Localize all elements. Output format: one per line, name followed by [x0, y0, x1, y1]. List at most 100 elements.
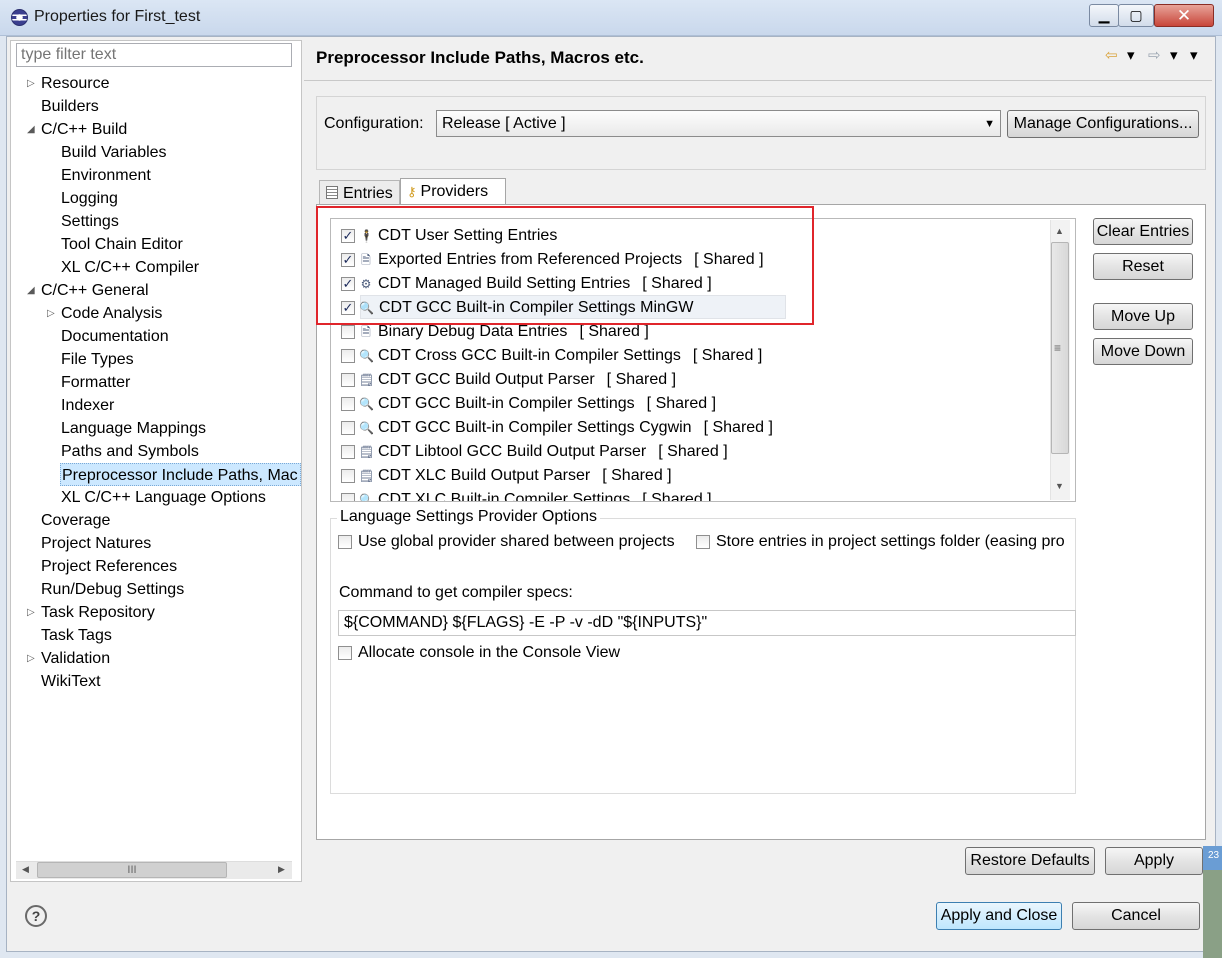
view-menu-icon[interactable]: ▾	[1190, 46, 1198, 64]
tree-item[interactable]: C/C++ General	[41, 279, 149, 302]
tree-item[interactable]: XL C/C++ Compiler	[61, 256, 199, 279]
tree-item[interactable]: Project References	[41, 555, 177, 578]
unchecked-checkbox[interactable]	[341, 397, 355, 411]
tree-item[interactable]: Task Tags	[41, 624, 112, 647]
configuration-select[interactable]: Release [ Active ] ▼	[436, 110, 1001, 137]
tree-item[interactable]: Paths and Symbols	[61, 440, 199, 463]
help-icon[interactable]: ?	[25, 905, 47, 927]
store-entries-checkbox[interactable]: Store entries in project settings folder…	[696, 531, 1076, 553]
back-dropdown-icon[interactable]: ▾	[1127, 46, 1135, 64]
tree-item[interactable]: Language Mappings	[61, 417, 206, 440]
move-up-button[interactable]: Move Up	[1093, 303, 1193, 330]
tree-item[interactable]: WikiText	[41, 670, 101, 693]
unchecked-checkbox[interactable]	[341, 445, 355, 459]
tree-item-label: Code Analysis	[61, 305, 163, 322]
parser-icon: 🗒	[359, 469, 375, 483]
checkbox-box[interactable]	[338, 646, 352, 660]
scroll-left-icon[interactable]: ◀	[22, 864, 29, 875]
expanded-twisty-icon[interactable]: ◢	[27, 286, 37, 296]
tab-providers[interactable]: ⚷ Providers	[400, 178, 506, 206]
tree-item[interactable]: Resource	[41, 72, 109, 95]
compiler-specs-command-label: Command to get compiler specs:	[339, 584, 573, 601]
move-down-button[interactable]: Move Down	[1093, 338, 1193, 365]
tree-item-label: File Types	[61, 351, 134, 368]
forward-dropdown-icon[interactable]: ▾	[1170, 46, 1178, 64]
filter-input[interactable]	[16, 43, 292, 67]
background-window-number: 23	[1208, 850, 1220, 861]
back-arrow-icon[interactable]: ⇦	[1105, 46, 1118, 64]
provider-shared-tag: [ Shared ]	[692, 347, 763, 364]
manage-configurations-button[interactable]: Manage Configurations...	[1007, 110, 1199, 138]
tree-item-label: Preprocessor Include Paths, Mac	[62, 467, 298, 484]
tree-item[interactable]: Coverage	[41, 509, 110, 532]
collapsed-twisty-icon[interactable]: ▷	[27, 608, 37, 618]
unchecked-checkbox[interactable]	[341, 349, 355, 363]
tree-item-label: Task Repository	[41, 604, 155, 621]
tree-item[interactable]: Code Analysis	[61, 302, 162, 325]
scrollbar-thumb[interactable]: III	[37, 862, 227, 878]
provider-label: CDT Cross GCC Built-in Compiler Settings…	[378, 344, 762, 368]
tree-item-label: C/C++ General	[41, 282, 149, 299]
compiler-specs-command-input[interactable]: ${COMMAND} ${FLAGS} -E -P -v -dD "${INPU…	[338, 610, 1076, 636]
unchecked-checkbox[interactable]	[341, 325, 355, 339]
tree-item[interactable]: XL C/C++ Language Options	[61, 486, 266, 509]
tree-item-label: Builders	[41, 98, 99, 115]
tree-item[interactable]: Task Repository	[41, 601, 155, 624]
scroll-right-icon[interactable]: ▶	[278, 864, 285, 875]
clear-entries-button[interactable]: Clear Entries	[1093, 218, 1193, 245]
tree-item[interactable]: Settings	[61, 210, 119, 233]
collapsed-twisty-icon[interactable]: ▷	[27, 654, 37, 664]
compiler-icon: 🔍	[359, 349, 374, 363]
store-entries-label: Store entries in project settings folder…	[716, 533, 1065, 550]
tree-item[interactable]: C/C++ Build	[41, 118, 127, 141]
apply-and-close-button[interactable]: Apply and Close	[936, 902, 1062, 930]
unchecked-checkbox[interactable]	[341, 493, 355, 501]
tree-item[interactable]: Validation	[41, 647, 110, 670]
tree-item[interactable]: Environment	[61, 164, 151, 187]
tree-item[interactable]: Logging	[61, 187, 118, 210]
configuration-label: Configuration:	[324, 115, 424, 132]
minimize-button[interactable]: ▁	[1089, 4, 1119, 27]
forward-arrow-icon[interactable]: ⇨	[1148, 46, 1161, 64]
provider-shared-tag: [ Shared ]	[703, 419, 773, 436]
tree-item[interactable]: Project Natures	[41, 532, 151, 555]
scroll-up-icon[interactable]: ▲	[1055, 226, 1064, 236]
provider-name: Binary Debug Data Entries	[378, 323, 568, 340]
scroll-down-icon[interactable]: ▼	[1055, 481, 1064, 491]
tree-item[interactable]: Builders	[41, 95, 99, 118]
restore-defaults-button[interactable]: Restore Defaults	[965, 847, 1095, 875]
tree-item[interactable]: Tool Chain Editor	[61, 233, 183, 256]
provider-shared-tag: [ Shared ]	[642, 491, 712, 502]
tree-item[interactable]: Preprocessor Include Paths, Mac	[60, 463, 301, 486]
expanded-twisty-icon[interactable]: ◢	[27, 125, 37, 135]
tree-item[interactable]: Formatter	[61, 371, 130, 394]
provider-label: CDT GCC Built-in Compiler Settings Cygwi…	[378, 416, 773, 440]
unchecked-checkbox[interactable]	[341, 421, 355, 435]
tree-item[interactable]: Run/Debug Settings	[41, 578, 184, 601]
checkbox-box[interactable]	[338, 535, 352, 549]
maximize-button[interactable]: ▢	[1118, 4, 1154, 27]
document-icon: 🗎	[361, 325, 371, 339]
tree-item[interactable]: Indexer	[61, 394, 114, 417]
tree-item[interactable]: Documentation	[61, 325, 169, 348]
tree-item-label: XL C/C++ Language Options	[61, 489, 266, 506]
provider-label: CDT Libtool GCC Build Output Parser [ Sha…	[378, 440, 728, 464]
provider-label: CDT GCC Built-in Compiler Settings [ Shar…	[378, 392, 716, 416]
background-window-edge	[1203, 846, 1222, 958]
provider-name: CDT GCC Built-in Compiler Settings Cygwi…	[378, 419, 692, 436]
unchecked-checkbox[interactable]	[341, 469, 355, 483]
collapsed-twisty-icon[interactable]: ▷	[47, 309, 57, 319]
tree-item-label: Environment	[61, 167, 151, 184]
apply-button[interactable]: Apply	[1105, 847, 1203, 875]
checkbox-box[interactable]	[696, 535, 710, 549]
reset-button[interactable]: Reset	[1093, 253, 1193, 280]
cancel-button[interactable]: Cancel	[1072, 902, 1200, 930]
collapsed-twisty-icon[interactable]: ▷	[27, 79, 37, 89]
tree-item[interactable]: File Types	[61, 348, 134, 371]
tree-item[interactable]: Build Variables	[61, 141, 167, 164]
provider-shared-tag: [ Shared ]	[646, 395, 717, 412]
tree-item-label: Formatter	[61, 374, 131, 391]
close-button[interactable]: ✕	[1154, 4, 1214, 27]
provider-name: CDT Libtool GCC Build Output Parser	[378, 443, 647, 460]
unchecked-checkbox[interactable]	[341, 373, 355, 387]
